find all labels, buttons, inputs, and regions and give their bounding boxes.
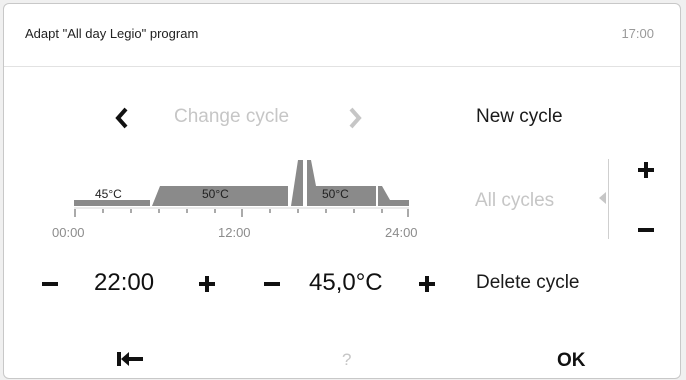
page-title: Adapt "All day Legio" program xyxy=(25,26,199,41)
delete-cycle-button[interactable]: Delete cycle xyxy=(476,272,580,294)
time-plus-button[interactable] xyxy=(193,270,221,298)
temperature-value: 45,0°C xyxy=(309,269,383,296)
segment-label-3: 50°C xyxy=(322,187,349,201)
time-value: 22:00 xyxy=(94,269,155,296)
all-cycles-label[interactable]: All cycles xyxy=(475,190,554,212)
chevron-right-icon xyxy=(349,107,362,129)
segment-label-2: 50°C xyxy=(202,187,229,201)
collapse-arrow-icon xyxy=(599,192,606,204)
segment-label-1: 45°C xyxy=(95,187,122,201)
axis-label-start: 00:00 xyxy=(52,225,85,240)
back-arrow-icon xyxy=(117,352,143,366)
minus-icon xyxy=(264,282,280,286)
change-cycle-label: Change cycle xyxy=(174,106,290,127)
axis-label-end: 24:00 xyxy=(385,225,418,240)
new-cycle-button[interactable]: New cycle xyxy=(476,106,563,128)
minus-icon xyxy=(638,228,654,232)
chevron-left-icon xyxy=(115,107,128,129)
temperature-minus-button[interactable] xyxy=(258,270,286,298)
temperature-plus-button[interactable] xyxy=(413,270,441,298)
cycle-down-button[interactable] xyxy=(632,216,660,244)
minus-icon xyxy=(42,282,58,286)
plus-icon xyxy=(199,276,215,292)
clock-time: 17:00 xyxy=(621,26,654,41)
segment-spike-1 xyxy=(291,160,303,206)
help-button[interactable]: ? xyxy=(342,350,351,370)
previous-cycle-button[interactable] xyxy=(108,103,136,133)
plus-icon xyxy=(419,276,435,292)
vertical-divider xyxy=(608,159,609,239)
cycle-up-button[interactable] xyxy=(632,156,660,184)
next-cycle-button[interactable] xyxy=(341,103,369,133)
plus-icon xyxy=(638,162,654,178)
ok-button[interactable]: OK xyxy=(557,350,586,372)
segment-bar-4 xyxy=(380,186,409,206)
dialog-frame: Adapt "All day Legio" program 17:00 Chan… xyxy=(3,3,681,379)
time-minus-button[interactable] xyxy=(36,270,64,298)
axis-label-mid: 12:00 xyxy=(218,225,251,240)
header-divider xyxy=(4,66,680,67)
axis-ticks xyxy=(74,209,409,217)
back-button[interactable] xyxy=(112,346,148,372)
